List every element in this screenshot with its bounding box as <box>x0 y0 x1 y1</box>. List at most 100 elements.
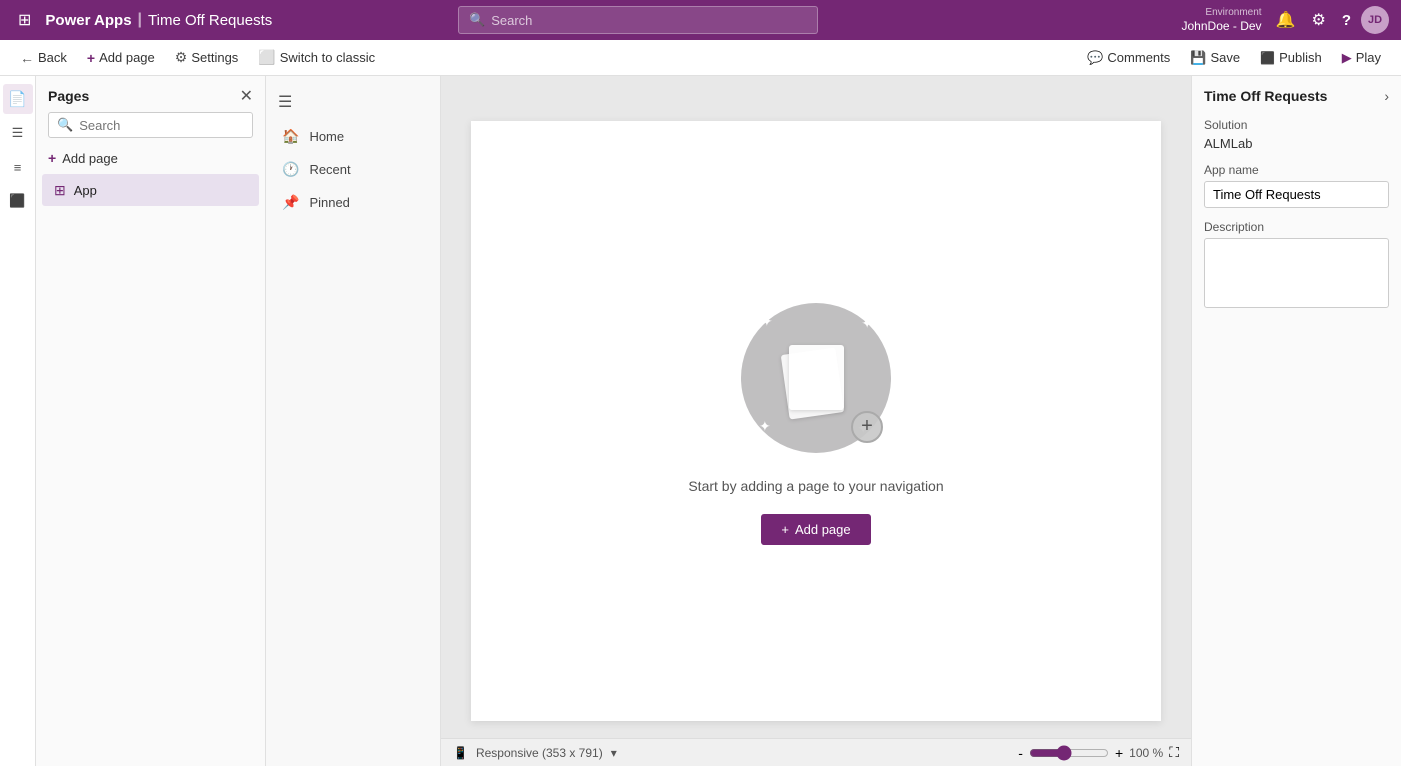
nav-icon-button[interactable]: ☰ <box>3 118 33 148</box>
nav-item-recent-label: Recent <box>309 162 350 177</box>
app-name: Time Off Requests <box>148 12 272 29</box>
brand-logo: Power Apps | Time Off Requests <box>45 11 272 29</box>
back-arrow-icon: ← <box>20 50 34 66</box>
play-label: Play <box>1356 50 1381 65</box>
solution-field: Solution ALMLab <box>1204 118 1389 151</box>
add-page-row[interactable]: + Add page <box>36 146 265 174</box>
environment-info: Environment JohnDoe - Dev <box>1182 7 1262 33</box>
nav-item-pinned-label: Pinned <box>309 195 349 210</box>
page-card-2 <box>789 345 844 410</box>
settings-toolbar-button[interactable]: ⚙ Settings <box>167 45 247 70</box>
settings-button[interactable]: ⚙ <box>1305 6 1331 34</box>
sparkle-icon-1: ✦ <box>761 313 773 330</box>
nav-item-home[interactable]: 🏠 Home <box>266 120 440 153</box>
avatar[interactable]: JD <box>1361 6 1389 34</box>
topbar: ⊞ Power Apps | Time Off Requests 🔍 Envir… <box>0 0 1401 40</box>
add-page-label: Add page <box>99 50 155 65</box>
comments-label: Comments <box>1107 50 1170 65</box>
props-panel: Time Off Requests › Solution ALMLab App … <box>1191 76 1401 766</box>
fit-page-button[interactable]: ⛶ <box>1169 744 1179 761</box>
switch-classic-label: Switch to classic <box>280 50 375 65</box>
sparkle-icon-3: ✦ <box>759 418 771 435</box>
page-item-label: App <box>74 183 217 198</box>
publish-button[interactable]: ⬛ Publish <box>1252 46 1330 69</box>
solution-value: ALMLab <box>1204 136 1389 151</box>
pinned-icon: 📌 <box>282 194 299 211</box>
canvas-add-page-label: Add page <box>795 522 851 537</box>
app-name-label: App name <box>1204 163 1389 177</box>
zoom-value: 100 % <box>1129 746 1163 760</box>
hamburger-icon[interactable]: ☰ <box>266 84 440 120</box>
pages-search-icon: 🔍 <box>57 117 73 133</box>
main-layout: 📄 ☰ ≡ ⬛ Pages ✕ 🔍 + Add page ⊞ App <box>0 76 1401 766</box>
env-name: JohnDoe - Dev <box>1182 19 1262 33</box>
description-textarea[interactable] <box>1204 238 1389 308</box>
description-label: Description <box>1204 220 1389 234</box>
topbar-search-box[interactable]: 🔍 <box>458 6 818 34</box>
zoom-out-button[interactable]: - <box>1018 745 1023 761</box>
plus-icon: + <box>87 50 95 66</box>
pages-header: Pages ✕ <box>36 76 265 112</box>
pages-search-input[interactable] <box>79 118 244 133</box>
responsive-label: Responsive (353 x 791) <box>476 746 603 760</box>
notifications-button[interactable]: 🔔 <box>1270 6 1302 34</box>
toolbar: ← Back + Add page ⚙ Settings ⬜ Switch to… <box>0 40 1401 76</box>
nav-icon: ☰ <box>12 125 24 141</box>
topbar-search-input[interactable] <box>491 13 807 28</box>
pages-title: Pages <box>48 88 89 104</box>
search-icon: 🔍 <box>469 12 485 28</box>
save-label: Save <box>1210 50 1240 65</box>
add-page-row-label: Add page <box>62 151 118 166</box>
add-page-plus-icon: + <box>48 150 56 166</box>
pages-stack <box>781 343 851 413</box>
canvas-add-page-button[interactable]: + Add page <box>761 514 870 545</box>
back-label: Back <box>38 50 67 65</box>
zoom-in-button[interactable]: + <box>1115 745 1123 761</box>
pages-list: ⊞ App ••• <box>36 174 265 766</box>
pages-icon: 📄 <box>8 90 27 108</box>
toolbar-right: 💬 Comments 💾 Save ⬛ Publish ▶ Play <box>1079 46 1389 70</box>
zoom-out-icon: - <box>1018 745 1023 761</box>
env-label: Environment <box>1205 7 1261 19</box>
add-page-button[interactable]: + Add page <box>79 46 163 70</box>
bell-icon: 🔔 <box>1276 10 1296 30</box>
nav-item-home-label: Home <box>309 129 344 144</box>
icon-sidebar: 📄 ☰ ≡ ⬛ <box>0 76 36 766</box>
brand-separator: | <box>138 11 142 29</box>
canvas-footer: 📱 Responsive (353 x 791) ▾ - + 100 % ⛶ <box>441 738 1191 766</box>
app-name-field: App name <box>1204 163 1389 208</box>
help-icon: ? <box>1342 12 1351 29</box>
props-chevron-button[interactable]: › <box>1384 88 1389 104</box>
zoom-slider[interactable] <box>1029 745 1109 761</box>
nav-item-recent[interactable]: 🕐 Recent <box>266 153 440 186</box>
app-name-input[interactable] <box>1204 181 1389 208</box>
play-icon: ▶ <box>1342 50 1352 66</box>
component-icon-button[interactable]: ⬛ <box>3 186 33 216</box>
save-button[interactable]: 💾 Save <box>1182 46 1248 70</box>
brand-name: Power Apps <box>45 12 131 29</box>
props-title: Time Off Requests <box>1204 88 1327 104</box>
description-field: Description <box>1204 220 1389 311</box>
publish-icon: ⬛ <box>1260 51 1275 65</box>
pages-icon-button[interactable]: 📄 <box>3 84 33 114</box>
help-button[interactable]: ? <box>1336 8 1357 33</box>
nav-item-pinned[interactable]: 📌 Pinned <box>266 186 440 219</box>
play-button[interactable]: ▶ Play <box>1334 46 1389 70</box>
grid-icon: ⊞ <box>18 10 31 30</box>
props-header: Time Off Requests › <box>1204 88 1389 104</box>
page-item-app[interactable]: ⊞ App ••• <box>42 174 259 206</box>
comments-button[interactable]: 💬 Comments <box>1079 46 1178 70</box>
grid-icon-button[interactable]: ⊞ <box>12 6 37 34</box>
list-icon: ≡ <box>14 160 22 175</box>
save-icon: 💾 <box>1190 50 1206 66</box>
sparkle-icon-2: ✦ <box>861 315 873 332</box>
list-icon-button[interactable]: ≡ <box>3 152 33 182</box>
component-icon: ⬛ <box>9 193 25 209</box>
pages-panel: Pages ✕ 🔍 + Add page ⊞ App ••• <box>36 76 266 766</box>
back-button[interactable]: ← Back <box>12 46 75 70</box>
pages-close-button[interactable]: ✕ <box>240 86 253 106</box>
pages-search-box[interactable]: 🔍 <box>48 112 253 138</box>
switch-classic-button[interactable]: ⬜ Switch to classic <box>250 45 383 70</box>
canvas-area: ✦ ✦ ✦ ✦ + Start by adding a page to your… <box>441 76 1191 766</box>
home-icon: 🏠 <box>282 128 299 145</box>
